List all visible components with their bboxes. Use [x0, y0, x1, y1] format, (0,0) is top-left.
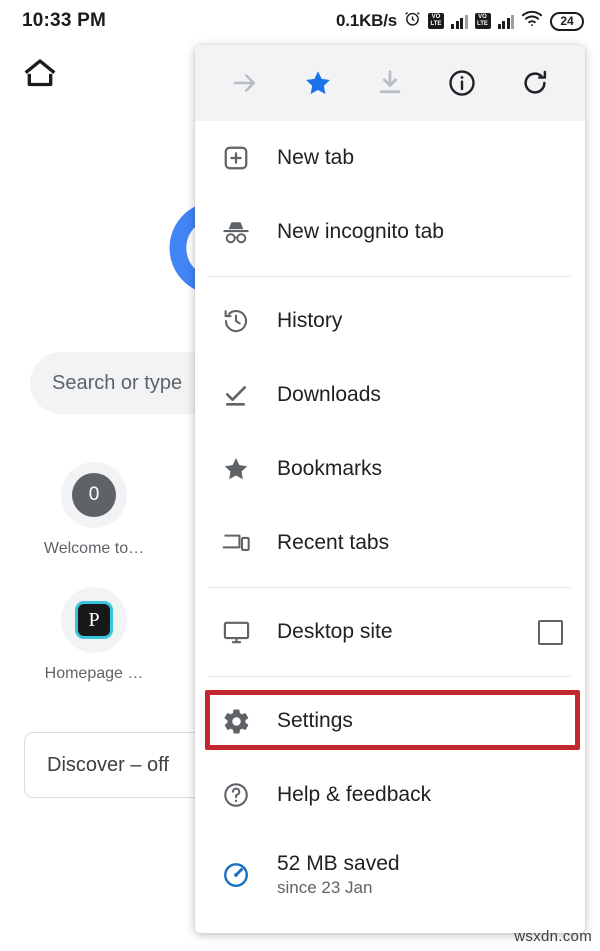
- shortcut-tile[interactable]: 0 Welcome to…: [30, 462, 158, 558]
- menu-item-new-incognito-tab[interactable]: New incognito tab: [195, 195, 585, 269]
- menu-header-actions: [195, 45, 585, 121]
- sim1-volte-top: VO: [431, 14, 441, 20]
- incognito-icon: [219, 215, 253, 249]
- menu-item-label: Help & feedback: [277, 783, 432, 806]
- avatar: 0: [72, 473, 116, 517]
- sim2-volte-top: VO: [478, 14, 487, 20]
- menu-item-data-saver[interactable]: 52 MB saved since 23 Jan: [195, 832, 585, 918]
- reload-icon[interactable]: [511, 59, 559, 107]
- menu-item-label: Settings: [277, 709, 353, 732]
- alarm-clock-icon: [404, 10, 421, 32]
- discover-label: Discover – off: [47, 753, 169, 776]
- status-indicators: 0.1KB/s VO LTE VO LTE 24: [336, 10, 584, 32]
- network-speed-text: 0.1KB/s: [336, 11, 397, 30]
- avatar: P: [75, 601, 113, 639]
- menu-item-recent-tabs[interactable]: Recent tabs: [195, 506, 585, 580]
- menu-group-library: History Downloads Bookmarks Recent tabs: [195, 284, 585, 580]
- sim1-signal-icon: [451, 14, 468, 29]
- shortcut-label: Homepage …: [44, 665, 144, 682]
- downloads-icon: [219, 378, 253, 412]
- data-saver-gauge-icon: [219, 858, 253, 892]
- watermark: wsxdn.com: [514, 928, 592, 945]
- menu-group-page: Desktop site: [195, 595, 585, 669]
- history-icon: [219, 304, 253, 338]
- settings-gear-icon: [219, 704, 253, 738]
- data-saver-title: 52 MB saved: [277, 852, 400, 875]
- data-saver-subtitle: since 23 Jan: [277, 878, 373, 897]
- menu-item-help-feedback[interactable]: Help & feedback: [195, 758, 585, 832]
- chrome-overflow-menu: New tab New incognito tab History Downlo…: [195, 45, 585, 933]
- menu-item-desktop-site[interactable]: Desktop site: [195, 595, 585, 669]
- sim1-volte-bottom: LTE: [430, 21, 442, 27]
- menu-item-settings[interactable]: Settings: [195, 684, 585, 758]
- home-icon[interactable]: [20, 54, 60, 94]
- sim1-volte-icon: VO LTE: [428, 13, 444, 29]
- menu-item-label: Recent tabs: [277, 531, 390, 554]
- forward-arrow-icon[interactable]: [221, 59, 269, 107]
- desktop-site-checkbox[interactable]: [538, 619, 563, 645]
- menu-item-label: Desktop site: [277, 620, 393, 643]
- menu-group-tabs: New tab New incognito tab: [195, 121, 585, 269]
- sim2-volte-bottom: LTE: [477, 21, 488, 27]
- menu-item-label: New incognito tab: [277, 220, 444, 243]
- recent-tabs-icon: [219, 526, 253, 560]
- divider: [209, 276, 571, 277]
- shortcut-thumbnail: 0: [61, 462, 127, 528]
- menu-item-history[interactable]: History: [195, 284, 585, 358]
- menu-item-downloads[interactable]: Downloads: [195, 358, 585, 432]
- search-placeholder: Search or type: [52, 371, 183, 394]
- phone-screenshot: 10:33 PM 0.1KB/s VO LTE VO LTE 24 Search…: [0, 0, 600, 951]
- shortcut-thumbnail: P: [61, 587, 127, 653]
- menu-item-label: New tab: [277, 146, 355, 169]
- divider: [209, 676, 571, 677]
- status-clock: 10:33 PM: [22, 10, 106, 31]
- menu-item-new-tab[interactable]: New tab: [195, 121, 585, 195]
- help-icon: [219, 778, 253, 812]
- wifi-icon: [521, 10, 543, 32]
- battery-indicator: 24: [550, 11, 584, 31]
- menu-item-label: Bookmarks: [277, 457, 383, 480]
- data-saver-text: 52 MB saved since 23 Jan: [277, 852, 400, 898]
- download-icon[interactable]: [366, 59, 414, 107]
- sim2-signal-icon: [497, 14, 514, 29]
- sim2-volte-icon: VO LTE: [474, 13, 491, 29]
- shortcut-label: Welcome to…: [43, 540, 145, 557]
- menu-item-label: History: [277, 309, 343, 332]
- shortcut-tile[interactable]: P Homepage …: [30, 587, 158, 683]
- star-icon[interactable]: [294, 59, 342, 107]
- bookmarks-star-icon: [219, 452, 253, 486]
- new-tab-icon: [219, 141, 253, 175]
- menu-group-settings: Settings Help & feedback 52 MB saved sin…: [195, 684, 585, 918]
- info-icon[interactable]: [438, 59, 486, 107]
- menu-item-label: Downloads: [277, 383, 381, 406]
- menu-item-bookmarks[interactable]: Bookmarks: [195, 432, 585, 506]
- divider: [209, 587, 571, 588]
- status-bar: 10:33 PM 0.1KB/s VO LTE VO LTE 24: [0, 0, 600, 42]
- desktop-site-icon: [219, 615, 253, 649]
